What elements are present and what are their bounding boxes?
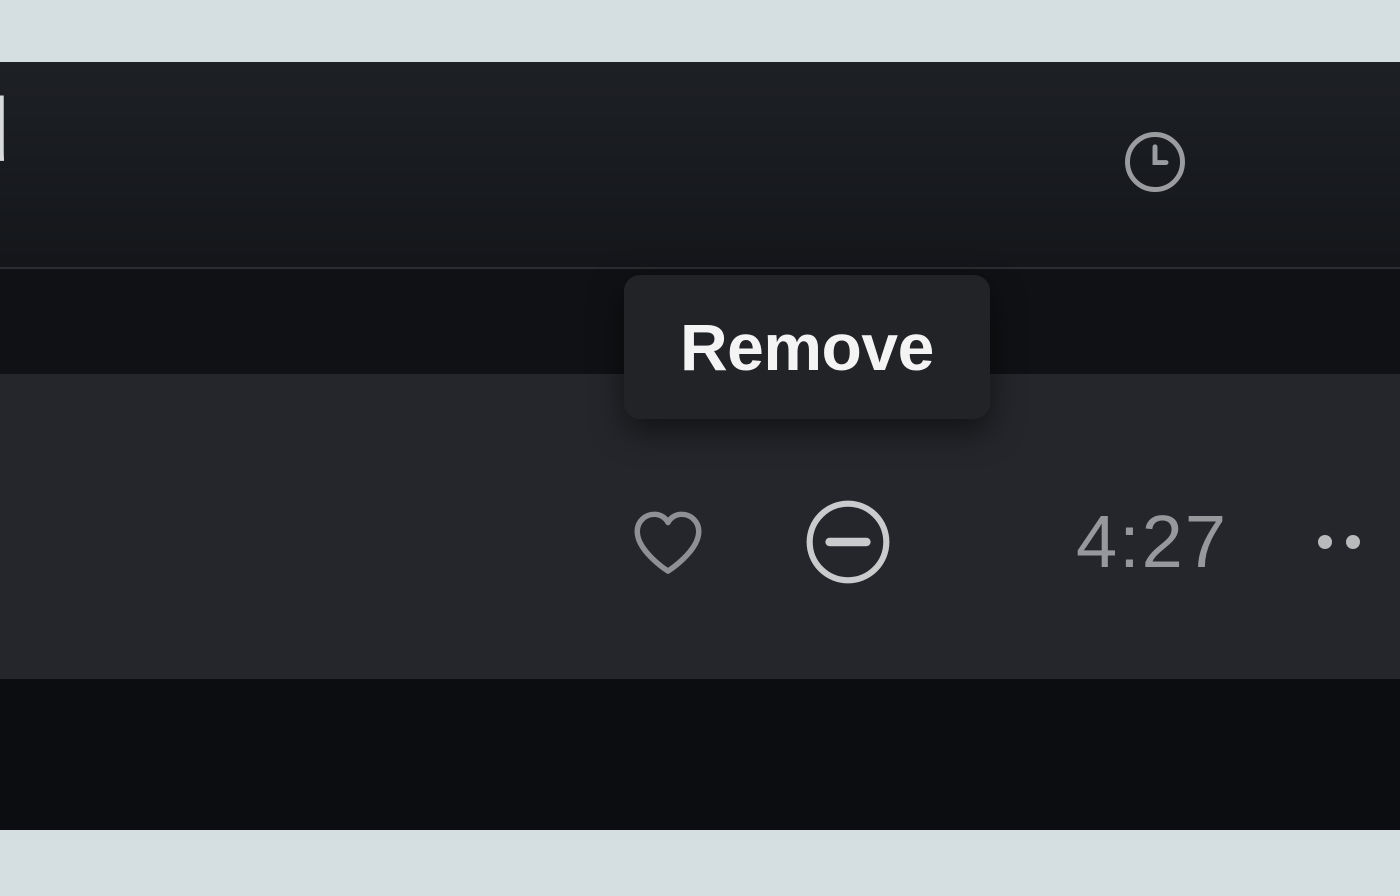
tooltip-text: Remove [680, 310, 934, 384]
bottom-bar [0, 679, 1400, 830]
heart-icon [627, 501, 709, 583]
app-frame: d 4:27 [0, 62, 1400, 830]
like-button[interactable] [621, 494, 716, 589]
remove-circle-icon [802, 496, 894, 588]
more-horizontal-icon [1318, 535, 1332, 549]
header-title-partial: d [0, 80, 8, 183]
duration-column-header[interactable] [1120, 127, 1190, 197]
track-actions: 4:27 [621, 494, 1360, 589]
list-header: d [0, 62, 1400, 269]
clock-icon [1122, 129, 1188, 195]
tooltip: Remove [624, 275, 990, 419]
track-row[interactable]: 4:27 [0, 374, 1400, 679]
remove-button[interactable] [801, 494, 896, 589]
track-duration: 4:27 [1076, 499, 1228, 584]
more-options-button[interactable] [1318, 535, 1360, 549]
